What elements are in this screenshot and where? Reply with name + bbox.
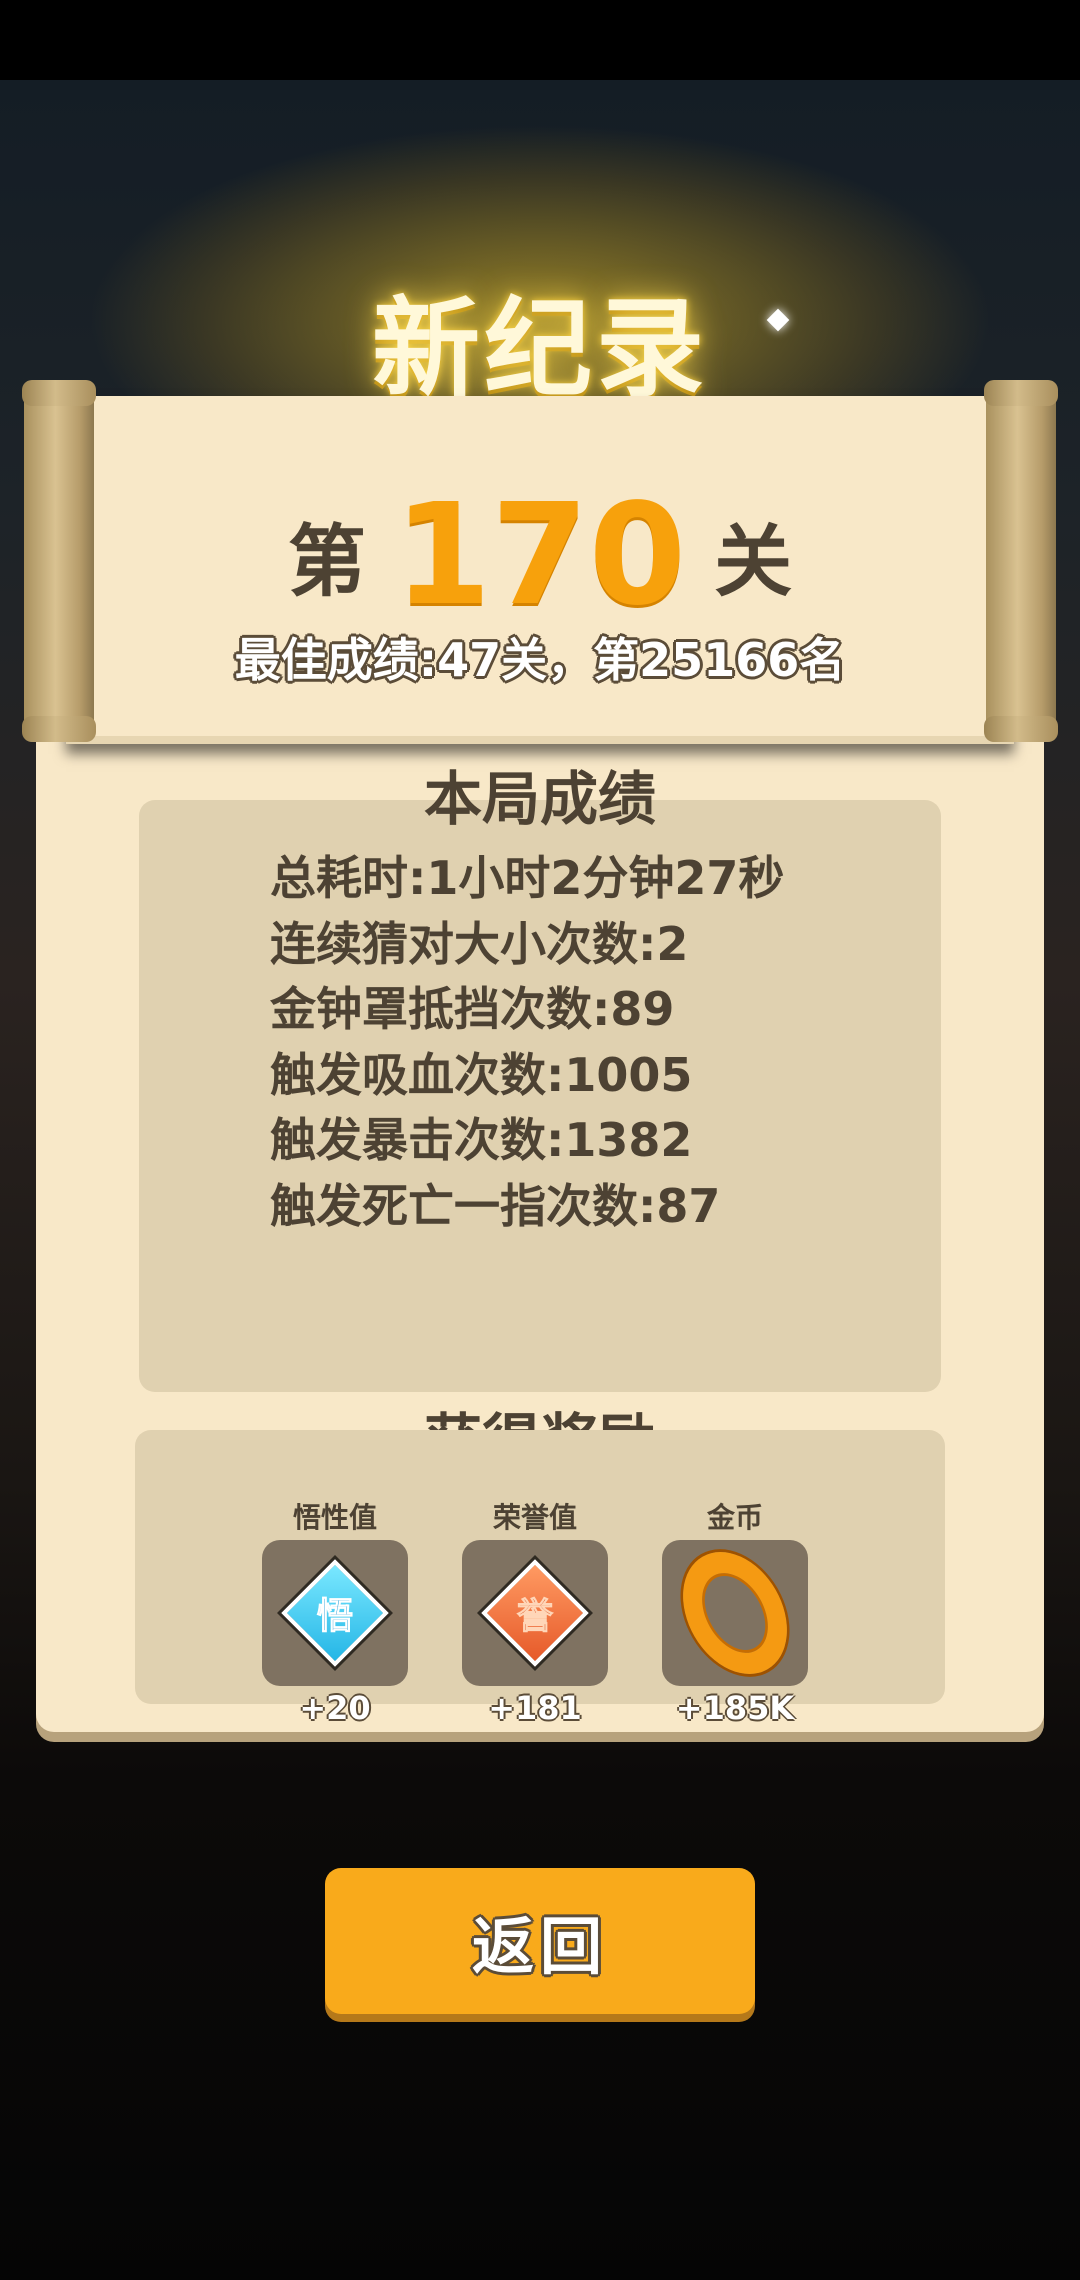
stat-death-finger: 触发死亡一指次数:87 bbox=[270, 1178, 721, 1233]
reward-tile: 悟 bbox=[262, 1540, 408, 1686]
reward-tile bbox=[662, 1533, 808, 1693]
stat-guess-streak: 连续猜对大小次数:2 bbox=[270, 916, 689, 971]
level-display: 第 170 关 bbox=[66, 474, 1014, 637]
stat-shield-blocks: 金钟罩抵挡次数:89 bbox=[270, 982, 675, 1037]
reward-name: 金币 bbox=[706, 1501, 763, 1534]
reward-name: 荣誉值 bbox=[492, 1501, 577, 1534]
reward-honor: 荣誉值 誉 +181 bbox=[462, 1500, 608, 1726]
back-button[interactable]: 返回 bbox=[325, 1868, 755, 2014]
reward-gold: 金币 +185K bbox=[662, 1500, 808, 1726]
reward-comprehension: 悟性值 悟 +20 bbox=[262, 1500, 408, 1726]
honor-diamond-icon: 誉 bbox=[481, 1559, 589, 1667]
comprehension-diamond-icon: 悟 bbox=[281, 1559, 389, 1667]
reward-tile: 誉 bbox=[462, 1540, 608, 1686]
reward-amount: +181 bbox=[488, 1689, 582, 1727]
level-prefix: 第 bbox=[287, 517, 366, 608]
stats-list: 总耗时:1小时2分钟27秒 连续猜对大小次数:2 金钟罩抵挡次数:89 触发吸血… bbox=[270, 846, 784, 1240]
stat-total-time: 总耗时:1小时2分钟27秒 bbox=[270, 851, 785, 905]
new-record-title: 新纪录 bbox=[371, 287, 708, 412]
stats-title: 本局成绩 bbox=[423, 765, 656, 833]
best-result: 最佳成绩:47关，第25166名 bbox=[234, 633, 846, 687]
stat-lifesteal: 触发吸血次数:1005 bbox=[270, 1047, 693, 1102]
reward-amount: +20 bbox=[299, 1689, 371, 1727]
level-number: 170 bbox=[393, 474, 687, 637]
reward-amount: +185K bbox=[675, 1689, 795, 1727]
stat-crit: 触发暴击次数:1382 bbox=[270, 1113, 693, 1168]
gold-coin-icon bbox=[662, 1533, 808, 1693]
reward-name: 悟性值 bbox=[292, 1501, 377, 1534]
level-suffix: 关 bbox=[714, 517, 793, 608]
